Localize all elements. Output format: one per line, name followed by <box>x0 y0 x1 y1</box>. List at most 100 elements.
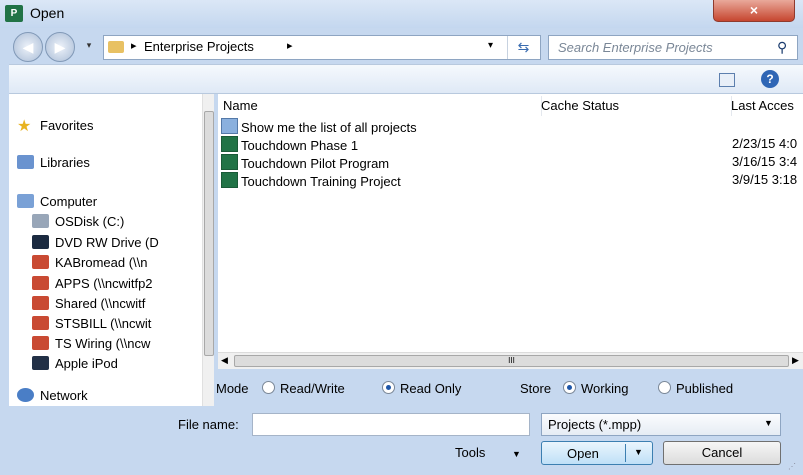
nav-item-label: APPS (\\ncwitfp2 <box>55 276 153 291</box>
nav-scrollbar[interactable] <box>202 94 214 406</box>
radio-working[interactable]: Working <box>563 381 628 396</box>
nav-item-libraries[interactable]: Libraries <box>17 155 90 170</box>
scroll-left-icon[interactable]: ◀ <box>221 355 228 366</box>
column-header-last-access[interactable]: Last Acces <box>726 96 803 116</box>
title-bar: P Open × <box>0 0 803 28</box>
refresh-button[interactable]: ⇆ <box>507 36 539 59</box>
radio-read-write[interactable]: Read/Write <box>262 381 345 396</box>
project-app-icon: P <box>5 5 23 22</box>
radio-icon <box>262 381 275 394</box>
ipod-icon <box>32 356 49 370</box>
nav-item-computer[interactable]: Computer <box>17 194 97 209</box>
radio-selected-icon <box>382 381 395 394</box>
change-view-icon[interactable] <box>719 73 735 87</box>
file-name: Touchdown Pilot Program <box>241 156 390 171</box>
help-icon[interactable]: ? <box>761 70 779 88</box>
grip-marks: III <box>508 356 515 365</box>
list-item[interactable]: Touchdown Phase 1 <box>221 136 358 153</box>
address-dropdown-icon[interactable]: ▾ <box>488 40 493 51</box>
address-bar[interactable]: ▸ Enterprise Projects ▸ ▾ ⇆ <box>103 35 541 60</box>
file-name-field[interactable]: ▼ <box>252 413 772 436</box>
mode-label: Mode <box>216 381 249 396</box>
nav-item-label: Computer <box>40 194 98 209</box>
project-file-icon <box>221 154 238 170</box>
refresh-icon: ⇆ <box>517 39 530 55</box>
nav-item-ts-wiring[interactable]: TS Wiring (\\ncw <box>32 336 150 351</box>
breadcrumb-chevron-icon[interactable]: ▸ <box>131 39 137 52</box>
column-header-name[interactable]: Name <box>218 96 542 116</box>
list-icon <box>221 118 238 134</box>
cancel-button[interactable]: Cancel <box>663 441 781 465</box>
file-type-select[interactable]: Projects (*.mpp) ▼ <box>541 413 781 436</box>
network-drive-icon <box>32 336 49 350</box>
network-drive-icon <box>32 276 49 290</box>
window-title: Open <box>30 5 65 21</box>
nav-item-label: Network <box>40 388 88 403</box>
nav-scrollbar-thumb[interactable] <box>204 111 214 356</box>
file-name: Show me the list of all projects <box>241 120 417 135</box>
radio-label: Working <box>581 381 629 396</box>
computer-icon <box>17 194 34 208</box>
nav-item-apps[interactable]: APPS (\\ncwitfp2 <box>32 276 153 291</box>
chevron-down-icon[interactable]: ▼ <box>764 418 773 428</box>
nav-item-network[interactable]: Network <box>17 388 88 403</box>
nav-item-stsbill[interactable]: STSBILL (\\ncwit <box>32 316 151 331</box>
radio-selected-icon <box>563 381 576 394</box>
nav-item-label: STSBILL (\\ncwit <box>55 316 152 331</box>
radio-icon <box>658 381 671 394</box>
libraries-icon <box>17 155 34 169</box>
radio-label: Read/Write <box>280 381 345 396</box>
back-arrow-icon: ◀ <box>22 39 34 55</box>
file-name: Touchdown Phase 1 <box>241 138 359 153</box>
disk-icon <box>32 214 49 228</box>
back-button[interactable]: ◀ <box>13 32 43 62</box>
search-icon[interactable]: ⚲ <box>777 39 787 56</box>
forward-arrow-icon: ▶ <box>54 39 66 55</box>
file-last-access: 2/23/15 4:0 <box>732 136 798 151</box>
project-file-icon <box>221 136 238 152</box>
store-label: Store <box>520 381 552 396</box>
split-divider <box>625 444 626 462</box>
hscroll-thumb[interactable]: III <box>234 355 789 367</box>
radio-label: Published <box>676 381 734 396</box>
open-button[interactable]: Open ▼ <box>541 441 653 465</box>
nav-item-osdisk[interactable]: OSDisk (C:) <box>32 214 124 229</box>
forward-button[interactable]: ▶ <box>45 32 75 62</box>
list-item[interactable]: Touchdown Pilot Program <box>221 154 389 171</box>
breadcrumb-chevron-icon[interactable]: ▸ <box>287 39 293 52</box>
nav-item-dvd[interactable]: DVD RW Drive (D <box>32 235 159 250</box>
network-icon <box>17 388 34 402</box>
file-last-access: 3/16/15 3:4 <box>732 154 798 169</box>
chevron-down-icon[interactable]: ▼ <box>512 449 521 459</box>
radio-read-only[interactable]: Read Only <box>382 381 461 396</box>
close-button[interactable]: × <box>713 0 795 22</box>
radio-published[interactable]: Published <box>658 381 733 396</box>
nav-item-label: Libraries <box>40 155 90 170</box>
file-type-value: Projects (*.mpp) <box>548 417 642 432</box>
nav-item-label: Apple iPod <box>55 356 118 371</box>
resize-grip-icon[interactable]: ⋰ <box>788 462 796 471</box>
tools-menu-button[interactable]: Tools <box>455 445 485 460</box>
dvd-icon <box>32 235 49 249</box>
nav-item-label: OSDisk (C:) <box>55 214 125 229</box>
network-drive-icon <box>32 255 49 269</box>
radio-label: Read Only <box>400 381 462 396</box>
column-header-cache-status[interactable]: Cache Status <box>536 96 732 116</box>
recent-locations-dropdown[interactable]: ▾ <box>82 40 96 54</box>
nav-item-kabromead[interactable]: KABromead (\\n <box>32 255 148 270</box>
chevron-down-icon[interactable]: ▼ <box>634 447 643 457</box>
nav-item-favorites[interactable]: ★ Favorites <box>17 116 93 135</box>
nav-item-label: DVD RW Drive (D <box>55 235 159 250</box>
nav-item-apple-ipod[interactable]: Apple iPod <box>32 356 118 371</box>
scroll-right-icon[interactable]: ▶ <box>792 355 799 366</box>
list-item[interactable]: Show me the list of all projects <box>221 118 417 135</box>
breadcrumb-location[interactable]: Enterprise Projects <box>144 39 254 54</box>
search-placeholder: Search Enterprise Projects <box>558 40 713 55</box>
file-list-hscrollbar[interactable]: ◀ III ▶ <box>218 352 803 369</box>
search-input[interactable]: Search Enterprise Projects ⚲ <box>548 35 798 60</box>
navigation-pane: ★ Favorites Libraries Computer OSDisk (C:… <box>9 94 214 406</box>
file-list: Name Cache Status Last Acces Show me the… <box>218 94 803 369</box>
list-item[interactable]: Touchdown Training Project <box>221 172 401 189</box>
nav-item-shared[interactable]: Shared (\\ncwitf <box>32 296 145 311</box>
close-icon: × <box>749 2 759 18</box>
